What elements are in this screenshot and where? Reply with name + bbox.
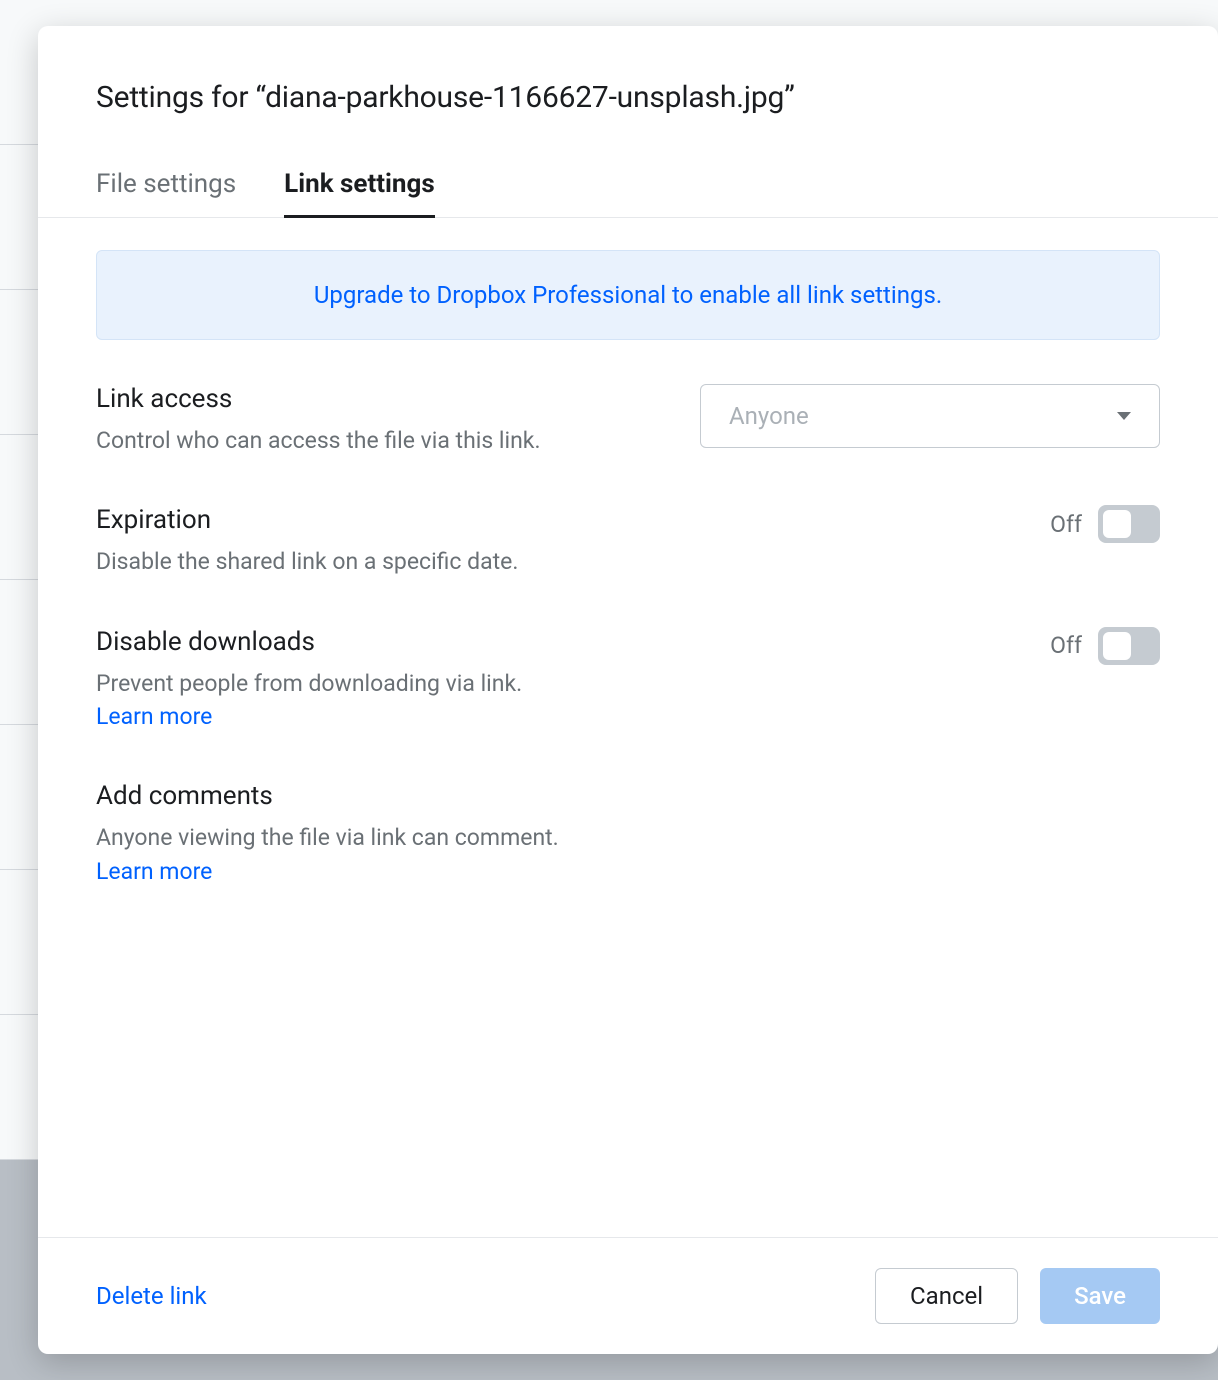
add-comments-desc: Anyone viewing the file via link can com… — [96, 821, 616, 888]
setting-expiration: Expiration Disable the shared link on a … — [96, 505, 1160, 578]
tab-file-settings[interactable]: File settings — [96, 169, 236, 217]
link-access-desc: Control who can access the file via this… — [96, 424, 616, 457]
link-access-title: Link access — [96, 384, 616, 414]
expiration-state-label: Off — [1050, 511, 1082, 538]
settings-modal: Settings for “diana-parkhouse-1166627-un… — [38, 26, 1218, 1354]
toggle-knob — [1103, 632, 1131, 660]
modal-footer: Delete link Cancel Save — [38, 1237, 1218, 1354]
save-button[interactable]: Save — [1040, 1268, 1160, 1324]
setting-link-access: Link access Control who can access the f… — [96, 384, 1160, 457]
expiration-desc: Disable the shared link on a specific da… — [96, 545, 616, 578]
expiration-title: Expiration — [96, 505, 616, 535]
caret-down-icon — [1117, 412, 1131, 420]
modal-body: Upgrade to Dropbox Professional to enabl… — [38, 218, 1218, 1237]
link-access-select[interactable]: Anyone — [700, 384, 1160, 448]
setting-disable-downloads: Disable downloads Prevent people from do… — [96, 627, 1160, 734]
modal-header: Settings for “diana-parkhouse-1166627-un… — [38, 26, 1218, 115]
disable-downloads-toggle[interactable] — [1098, 627, 1160, 665]
delete-link[interactable]: Delete link — [96, 1282, 207, 1310]
expiration-toggle[interactable] — [1098, 505, 1160, 543]
tab-link-settings[interactable]: Link settings — [284, 169, 435, 217]
disable-downloads-desc: Prevent people from downloading via link… — [96, 667, 616, 734]
add-comments-learn-more[interactable]: Learn more — [96, 858, 212, 885]
disable-downloads-learn-more[interactable]: Learn more — [96, 703, 212, 730]
upgrade-banner[interactable]: Upgrade to Dropbox Professional to enabl… — [96, 250, 1160, 340]
toggle-knob — [1103, 510, 1131, 538]
disable-downloads-state-label: Off — [1050, 632, 1082, 659]
add-comments-title: Add comments — [96, 781, 616, 811]
modal-title: Settings for “diana-parkhouse-1166627-un… — [96, 80, 1160, 115]
tabs: File settings Link settings — [38, 169, 1218, 218]
cancel-button[interactable]: Cancel — [875, 1268, 1018, 1324]
disable-downloads-title: Disable downloads — [96, 627, 616, 657]
setting-add-comments: Add comments Anyone viewing the file via… — [96, 781, 1160, 888]
link-access-selected: Anyone — [729, 402, 809, 430]
